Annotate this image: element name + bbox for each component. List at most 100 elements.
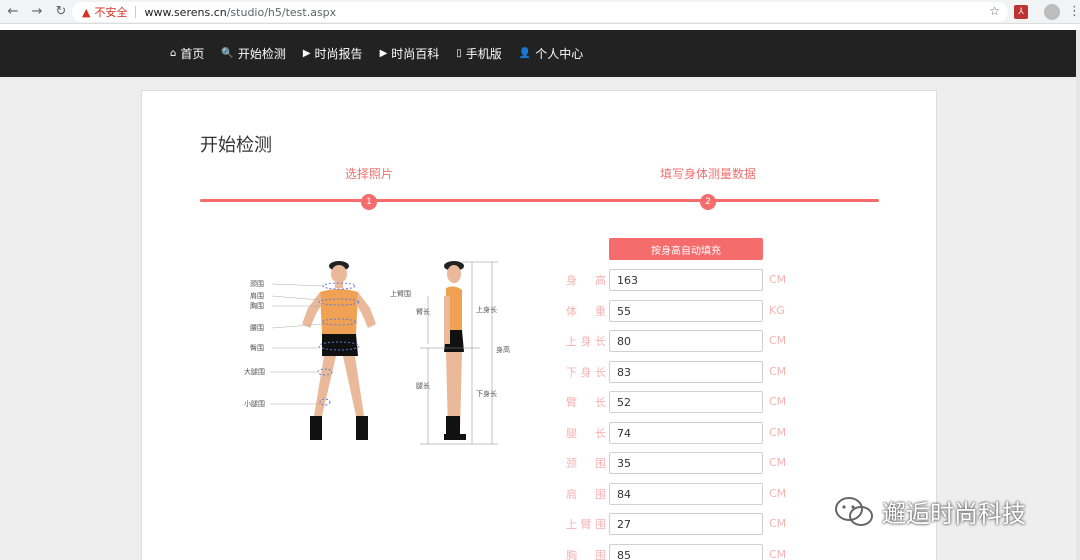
label-shoulder: 肩围 xyxy=(250,291,264,300)
unit-label: CM xyxy=(769,456,787,469)
url-host: www.serens.cn xyxy=(144,5,227,19)
form-row: 下身长 83 CM xyxy=(566,361,806,383)
form-row: 臂长 52 CM xyxy=(566,391,806,413)
nav-links: ⌂ 首页 🔍 开始检测 ▶ 时尚报告 ▶ 时尚百科 ▯ 手机版 👤 个人中心 xyxy=(170,30,600,77)
field-label: 胸围 xyxy=(566,549,606,560)
measurement-input[interactable]: 27 xyxy=(609,513,763,535)
nav-item-label: 个人中心 xyxy=(535,47,584,61)
page-title: 开始检测 xyxy=(200,135,272,156)
back-arrow-icon[interactable]: ← xyxy=(2,1,24,23)
measurement-input[interactable]: 35 xyxy=(609,452,763,474)
warning-icon: ▲ xyxy=(82,5,91,19)
progress-bar xyxy=(200,199,879,202)
measurement-input[interactable]: 163 xyxy=(609,269,763,291)
forward-arrow-icon[interactable]: → xyxy=(26,1,48,23)
form-row: 身高 163 CM xyxy=(566,269,806,291)
field-label: 肩围 xyxy=(566,488,606,501)
mobile-icon: ▯ xyxy=(456,48,462,59)
reload-icon[interactable]: ↻ xyxy=(50,1,72,23)
body-measurement-diagram: 颈围 肩围 胸围 腰围 臀围 大腿围 小腿围 上臂围 臂长 上身长 身高 腿长 … xyxy=(244,261,510,445)
nav-item-4[interactable]: ▯ 手机版 xyxy=(456,45,502,62)
bookmark-star-icon[interactable]: ☆ xyxy=(989,4,1000,18)
play-circle-icon: ▶ xyxy=(379,48,388,59)
label-upper-body: 上身长 xyxy=(476,305,497,314)
nav-item-label: 首页 xyxy=(180,47,205,61)
measurement-input[interactable]: 74 xyxy=(609,422,763,444)
measurement-input[interactable]: 83 xyxy=(609,361,763,383)
main-card: 开始检测 选择照片 填写身体测量数据 1 2 颈围 肩围 胸围 腰围 臀围 大腿… xyxy=(141,90,937,560)
browser-toolbar: ← → ↻ ▲ 不安全 www.serens.cn /studio/h5/tes… xyxy=(0,0,1080,24)
measurement-input[interactable]: 52 xyxy=(609,391,763,413)
form-row: 肩围 84 CM xyxy=(566,483,806,505)
step-2-dot[interactable]: 2 xyxy=(700,194,716,210)
label-hip: 臀围 xyxy=(250,344,264,352)
nav-item-label: 手机版 xyxy=(465,47,502,61)
form-row: 体重 55 KG xyxy=(566,300,806,322)
unit-label: CM xyxy=(769,334,787,347)
browser-menu-icon[interactable]: ⋮ xyxy=(1068,4,1080,19)
front-figure: 颈围 肩围 胸围 腰围 臀围 大腿围 小腿围 xyxy=(244,261,376,440)
side-figure: 上臂围 臂长 上身长 身高 腿长 下身长 xyxy=(390,261,510,445)
unit-label: CM xyxy=(769,426,787,439)
nav-item-label: 时尚百科 xyxy=(391,47,440,61)
watermark-text: 邂逅时尚科技 xyxy=(882,500,1026,528)
unit-label: CM xyxy=(769,548,787,560)
field-label: 颈围 xyxy=(566,457,606,470)
address-bar[interactable]: ▲ 不安全 www.serens.cn /studio/h5/test.aspx… xyxy=(72,2,1008,22)
field-label: 臂长 xyxy=(566,396,606,409)
nav-item-3[interactable]: ▶ 时尚百科 xyxy=(380,45,440,62)
form-row: 颈围 35 CM xyxy=(566,452,806,474)
auto-fill-button[interactable]: 按身高自动填充 xyxy=(609,238,763,260)
form-row: 腿长 74 CM xyxy=(566,422,806,444)
field-label: 体重 xyxy=(566,305,606,318)
step-1-dot[interactable]: 1 xyxy=(361,194,377,210)
home-icon: ⌂ xyxy=(170,48,177,59)
label-leg-length: 腿长 xyxy=(416,381,430,390)
unit-label: CM xyxy=(769,273,787,286)
form-row: 上身长 80 CM xyxy=(566,330,806,352)
field-label: 身高 xyxy=(566,274,606,287)
label-upper-arm: 上臂围 xyxy=(390,289,411,298)
nav-item-0[interactable]: ⌂ 首页 xyxy=(170,45,204,62)
measurement-input[interactable]: 85 xyxy=(609,544,763,560)
label-bust: 胸围 xyxy=(250,301,264,310)
nav-item-label: 时尚报告 xyxy=(314,47,363,61)
unit-label: KG xyxy=(769,304,785,317)
label-neck: 颈围 xyxy=(250,280,264,288)
form-row: 胸围 85 CM xyxy=(566,544,806,560)
step-1-label: 选择照片 xyxy=(345,167,394,181)
label-lower-body: 下身长 xyxy=(476,389,497,398)
scrollbar[interactable] xyxy=(1076,30,1080,560)
field-label: 上臂围 xyxy=(566,518,606,531)
nav-item-1[interactable]: 🔍 开始检测 xyxy=(221,45,285,62)
extension-icon[interactable]: ⅄ xyxy=(1014,5,1028,19)
search-icon: 🔍 xyxy=(221,48,234,59)
watermark: 邂逅时尚科技 xyxy=(834,494,1026,529)
unit-label: CM xyxy=(769,517,787,530)
play-circle-icon: ▶ xyxy=(302,48,311,59)
user-icon: 👤 xyxy=(518,48,532,59)
field-label: 腿长 xyxy=(566,427,606,440)
divider xyxy=(135,6,137,18)
unit-label: CM xyxy=(769,395,787,408)
nav-item-label: 开始检测 xyxy=(237,47,286,61)
label-calf: 小腿围 xyxy=(244,399,265,408)
field-label: 上身长 xyxy=(566,335,606,348)
measurement-input[interactable]: 80 xyxy=(609,330,763,352)
measurement-input[interactable]: 84 xyxy=(609,483,763,505)
step-2-label: 填写身体测量数据 xyxy=(660,167,757,181)
label-height: 身高 xyxy=(496,345,510,354)
nav-item-2[interactable]: ▶ 时尚报告 xyxy=(303,45,363,62)
unit-label: CM xyxy=(769,487,787,500)
label-waist: 腰围 xyxy=(250,324,264,332)
site-navbar: ⌂ 首页 🔍 开始检测 ▶ 时尚报告 ▶ 时尚百科 ▯ 手机版 👤 个人中心 xyxy=(0,30,1080,77)
field-label: 下身长 xyxy=(566,366,606,379)
label-arm-length: 臂长 xyxy=(416,307,430,316)
nav-item-5[interactable]: 👤 个人中心 xyxy=(519,45,583,62)
wechat-icon xyxy=(835,496,873,526)
label-thigh: 大腿围 xyxy=(244,367,265,376)
form-row: 上臂围 27 CM xyxy=(566,513,806,535)
unit-label: CM xyxy=(769,365,787,378)
profile-avatar-icon[interactable] xyxy=(1044,4,1060,20)
measurement-input[interactable]: 55 xyxy=(609,300,763,322)
